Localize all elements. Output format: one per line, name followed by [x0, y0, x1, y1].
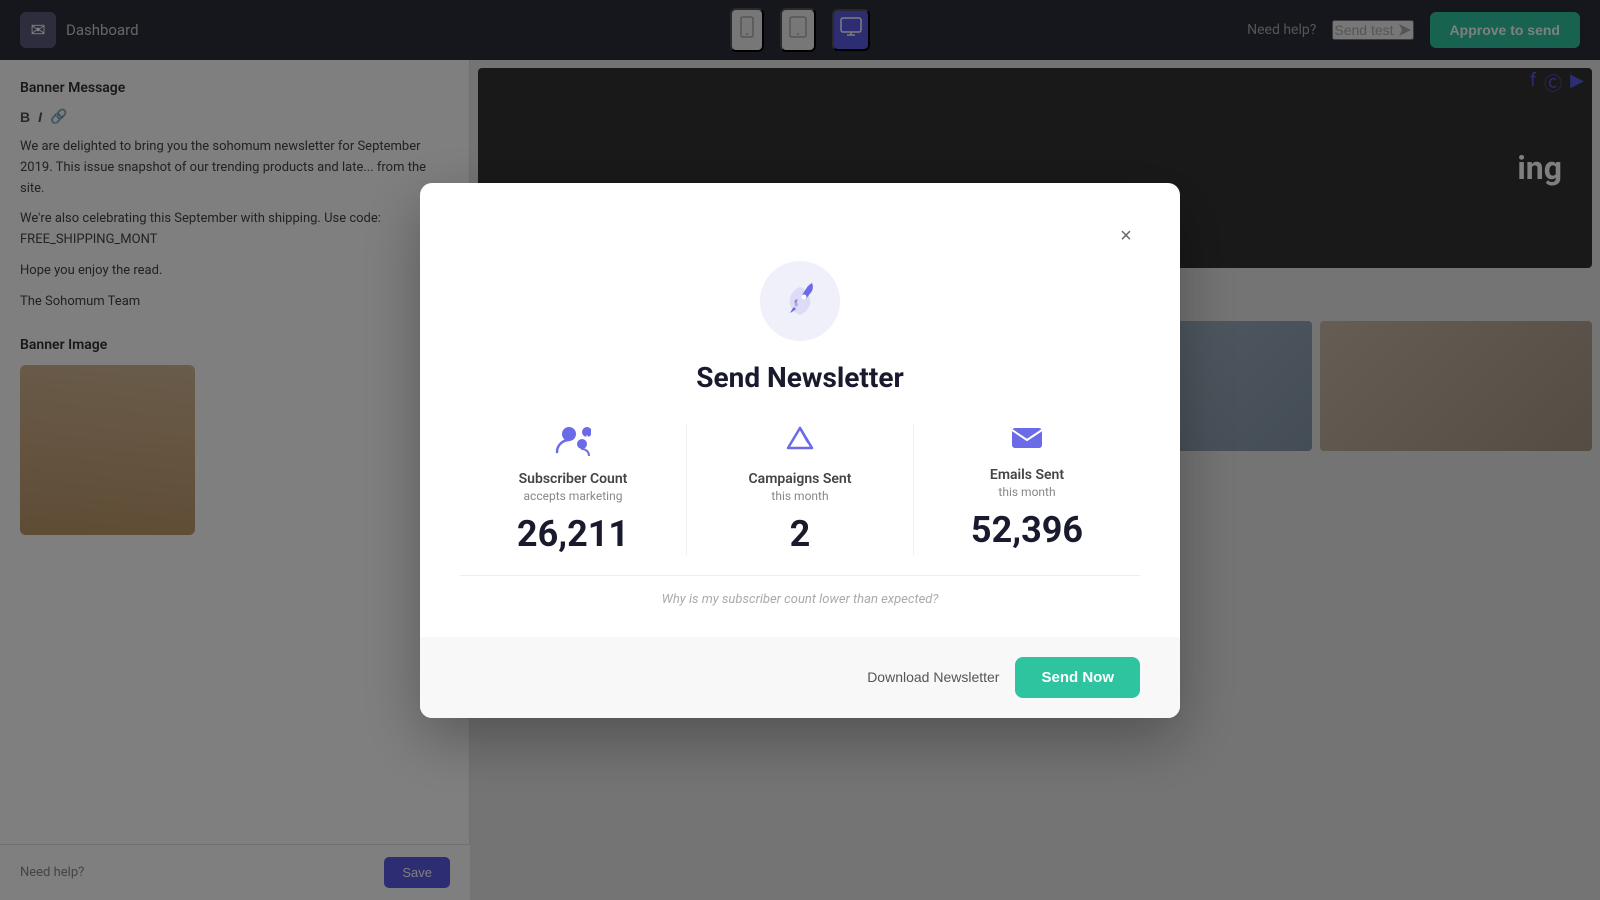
- modal-rocket-icon: [760, 261, 840, 341]
- modal-close-button[interactable]: ×: [1112, 223, 1140, 251]
- emails-sent-label: Emails Sent: [934, 467, 1120, 483]
- modal-body: × Send Newsletter: [420, 183, 1180, 637]
- campaigns-sent-value: 2: [707, 513, 893, 555]
- subscriber-count-stat: Subscriber Count accepts marketing 26,21…: [460, 424, 686, 555]
- modal-title: Send Newsletter: [460, 361, 1140, 394]
- emails-sent-stat: Emails Sent this month 52,396: [913, 424, 1140, 555]
- emails-sent-value: 52,396: [934, 509, 1120, 551]
- campaigns-sent-sublabel: this month: [707, 489, 893, 503]
- campaigns-icon: [707, 424, 893, 463]
- campaigns-sent-label: Campaigns Sent: [707, 471, 893, 487]
- subscriber-count-value: 26,211: [480, 513, 666, 555]
- emails-icon: [934, 424, 1120, 459]
- subscriber-icon: [480, 424, 666, 463]
- subscriber-count-info-link[interactable]: Why is my subscriber count lower than ex…: [460, 592, 1140, 607]
- emails-sent-sublabel: this month: [934, 485, 1120, 499]
- modal-overlay: × Send Newsletter: [0, 0, 1600, 900]
- send-now-button[interactable]: Send Now: [1015, 657, 1140, 698]
- modal-close-row: ×: [460, 223, 1140, 251]
- campaigns-sent-stat: Campaigns Sent this month 2: [686, 424, 913, 555]
- send-newsletter-modal: × Send Newsletter: [420, 183, 1180, 718]
- modal-stats: Subscriber Count accepts marketing 26,21…: [460, 424, 1140, 555]
- modal-divider: [460, 575, 1140, 576]
- download-newsletter-button[interactable]: Download Newsletter: [867, 669, 999, 685]
- subscriber-count-label: Subscriber Count: [480, 471, 666, 487]
- subscriber-count-sublabel: accepts marketing: [480, 489, 666, 503]
- modal-footer: Download Newsletter Send Now: [420, 637, 1180, 718]
